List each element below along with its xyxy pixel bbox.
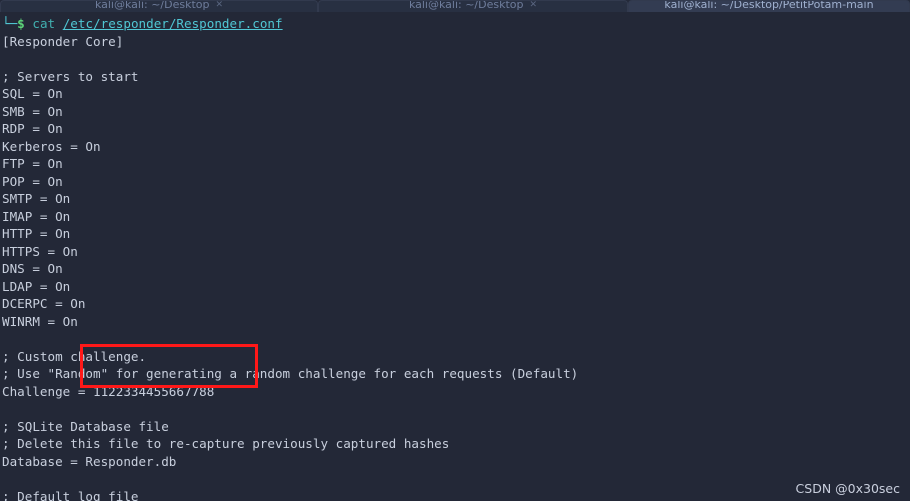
terminal-line: SMB = On (2, 103, 63, 119)
terminal-line: DCERPC = On (2, 296, 86, 311)
terminal-line: Challenge = 1122334455667788 (2, 383, 215, 399)
terminal-line: HTTP = On (2, 226, 71, 241)
terminal-line: LDAP = On (2, 278, 71, 294)
tab-close-icon[interactable]: ✕ (530, 1, 538, 10)
terminal-command: cat (32, 16, 56, 31)
terminal-line: WINRM = On (2, 313, 78, 329)
terminal-line: IMAP = On (2, 208, 71, 224)
terminal-tab-title: kali@kali: ~/Desktop (94, 0, 210, 11)
terminal-line: RDP = On (2, 121, 63, 136)
foreground-terminal-window[interactable]: └─$ cat /etc/responder/Responder.conf [Re… (0, 12, 910, 501)
terminal-line: ; Delete this file to re-capture previou… (2, 436, 450, 451)
terminal-tab-1[interactable]: kali@kali: ~/Desktop ✕ (318, 0, 628, 12)
terminal-line: [Responder Core] (2, 33, 124, 49)
terminal-screen[interactable]: └─$ cat /etc/responder/Responder.conf [Re… (2, 15, 910, 501)
terminal-tab-title: kali@kali: ~/Desktop (408, 0, 524, 11)
terminal-line: SQL = On (2, 86, 63, 101)
terminal-line: Kerberos = On (2, 138, 101, 154)
prompt-dollar: $ (17, 16, 25, 31)
terminal-line: ; Use "Random" for generating a random c… (2, 366, 579, 381)
terminal-prompt-line: └─$ cat /etc/responder/Responder.conf (2, 15, 910, 33)
terminal-line: ; SQLite Database file (2, 418, 169, 434)
terminal-tab-bar[interactable]: kali@kali: ~/Desktop ✕ kali@kali: ~/Deskto… (0, 0, 910, 12)
terminal-tab-title: kali@kali: ~/Desktop/PetitPotam-main (664, 0, 874, 11)
tab-close-icon[interactable]: ✕ (216, 1, 224, 10)
terminal-line: Database = Responder.db (2, 453, 177, 469)
terminal-tab-2[interactable]: kali@kali: ~/Desktop/PetitPotam-main (628, 0, 910, 12)
watermark: CSDN @0x30sec (795, 481, 900, 496)
terminal-line: FTP = On (2, 156, 63, 171)
prompt-corner: └─ (2, 16, 18, 31)
terminal-line: HTTPS = On (2, 243, 78, 259)
terminal-command-arg: /etc/responder/Responder.conf (62, 16, 283, 31)
terminal-line: ; Default log file (2, 488, 139, 501)
terminal-tab-0[interactable]: kali@kali: ~/Desktop ✕ (0, 0, 318, 12)
terminal-line: DNS = On (2, 261, 63, 276)
terminal-line: POP = On (2, 173, 63, 189)
terminal-line: ; Servers to start (2, 68, 139, 84)
terminal-line: SMTP = On (2, 191, 71, 206)
terminal-line: ; Custom challenge. (2, 348, 147, 364)
